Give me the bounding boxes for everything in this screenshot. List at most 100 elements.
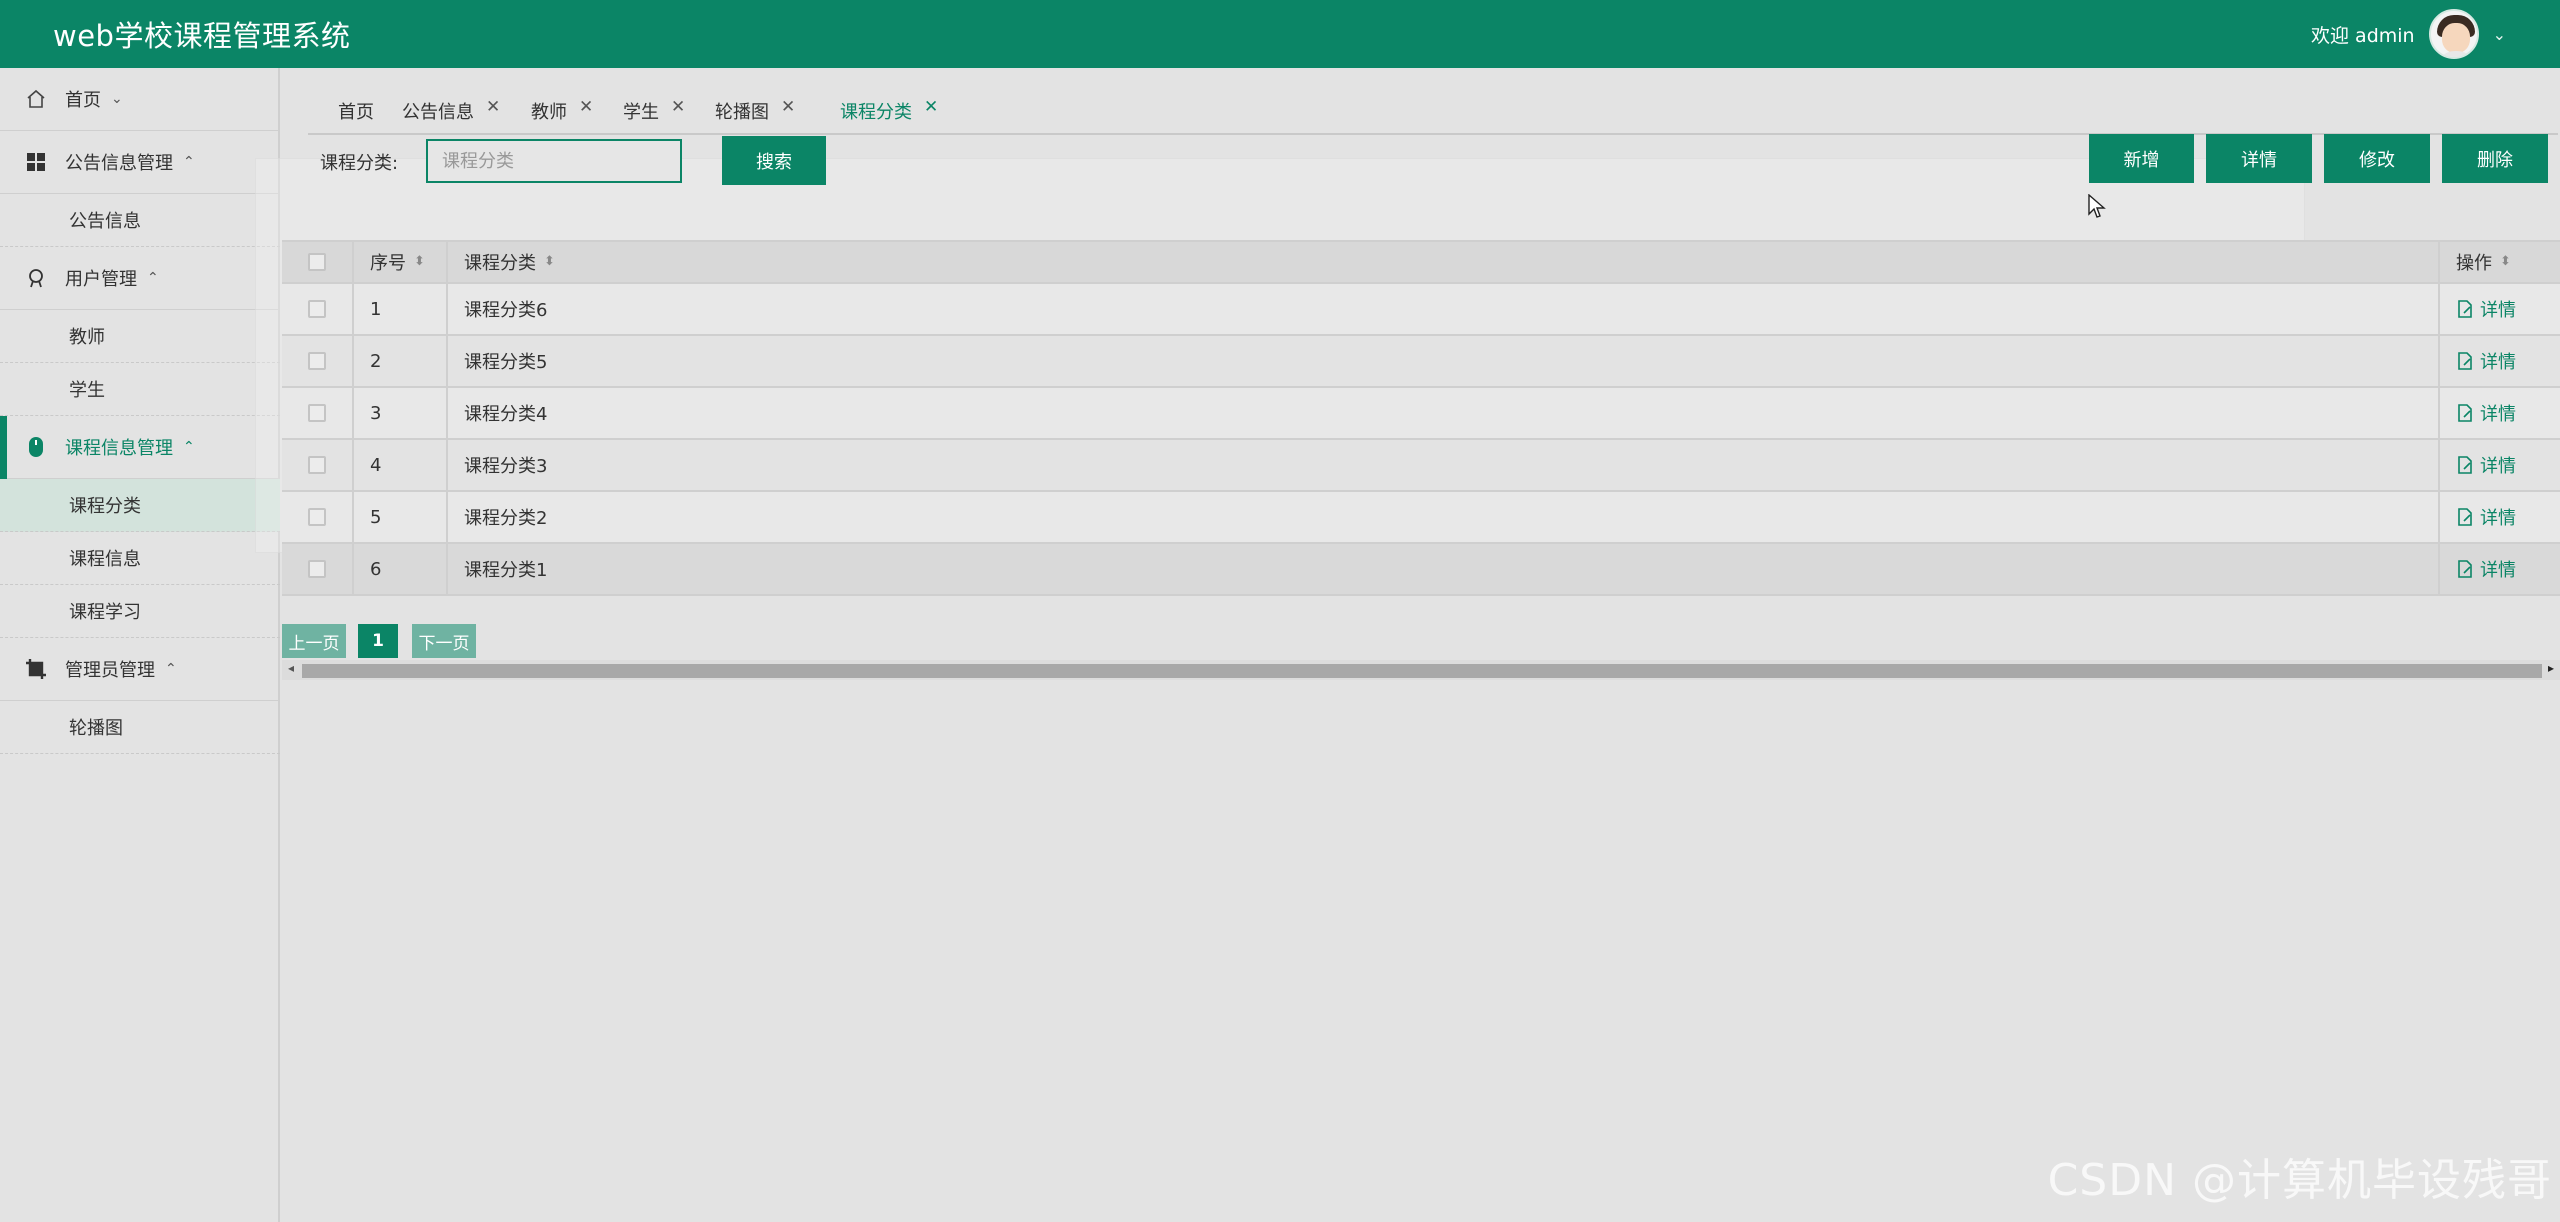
row-seq: 2 (354, 336, 448, 386)
scroll-right-icon[interactable]: ▸ (2548, 661, 2554, 675)
table-row[interactable]: 3 课程分类4 详情 (282, 388, 2560, 440)
scroll-left-icon[interactable]: ◂ (288, 661, 294, 675)
chevron-up-icon: ⌃ (147, 270, 159, 286)
sort-icon[interactable]: ⬍ (2500, 255, 2511, 268)
sidebar-group-label: 课程信息管理 (65, 438, 173, 459)
select-all-checkbox[interactable] (308, 253, 326, 271)
row-checkbox[interactable] (308, 456, 326, 474)
tab-course-category[interactable]: 课程分类 ✕ (840, 88, 938, 134)
mouse-icon (25, 436, 47, 458)
row-checkbox[interactable] (308, 560, 326, 578)
tab-teacher[interactable]: 教师 ✕ (531, 88, 593, 134)
sidebar-group-course[interactable]: 课程信息管理 ⌃ (0, 416, 280, 479)
close-icon[interactable]: ✕ (781, 97, 795, 117)
edit-button[interactable]: 修改 (2324, 134, 2430, 183)
tab-home[interactable]: 首页 (338, 88, 374, 134)
detail-link-label: 详情 (2480, 300, 2516, 321)
sidebar-group-notice[interactable]: 公告信息管理 ⌃ (0, 131, 280, 194)
scrollbar-thumb[interactable] (302, 664, 2542, 678)
detail-link-label: 详情 (2480, 404, 2516, 425)
column-header-label: 序号 (370, 253, 406, 274)
close-icon[interactable]: ✕ (486, 97, 500, 117)
sidebar-item-course-info[interactable]: 课程信息 (0, 532, 280, 585)
avatar[interactable] (2428, 9, 2479, 59)
sidebar-item-carousel[interactable]: 轮播图 (0, 701, 280, 754)
close-icon[interactable]: ✕ (579, 97, 593, 117)
sidebar-group-admin[interactable]: 管理员管理 ⌃ (0, 638, 280, 701)
detail-link-label: 详情 (2480, 508, 2516, 529)
search-button[interactable]: 搜索 (722, 136, 826, 185)
detail-link[interactable]: 详情 (2456, 400, 2516, 426)
prev-page-button[interactable]: 上一页 (282, 624, 346, 658)
chevron-up-icon: ⌃ (183, 154, 195, 170)
sidebar-item-course-study[interactable]: 课程学习 (0, 585, 280, 638)
row-seq: 6 (354, 544, 448, 594)
detail-link[interactable]: 详情 (2456, 556, 2516, 582)
detail-link[interactable]: 详情 (2456, 504, 2516, 530)
table-row[interactable]: 4 课程分类3 详情 (282, 440, 2560, 492)
row-seq: 3 (354, 388, 448, 438)
row-check-cell[interactable] (282, 284, 354, 334)
row-checkbox[interactable] (308, 404, 326, 422)
chevron-down-icon[interactable]: ⌄ (2493, 25, 2506, 44)
row-seq: 4 (354, 440, 448, 490)
sort-icon[interactable]: ⬍ (544, 255, 555, 268)
tab-carousel[interactable]: 轮播图 ✕ (715, 88, 795, 134)
row-check-cell[interactable] (282, 492, 354, 542)
column-header-action[interactable]: 操作 ⬍ (2440, 242, 2560, 282)
mouse-cursor-icon (2088, 193, 2106, 224)
table-row[interactable]: 1 课程分类6 详情 (282, 284, 2560, 336)
row-action-cell: 详情 (2440, 544, 2560, 594)
row-check-cell[interactable] (282, 388, 354, 438)
next-page-button[interactable]: 下一页 (412, 624, 476, 658)
table-row[interactable]: 2 课程分类5 详情 (282, 336, 2560, 388)
row-check-cell[interactable] (282, 336, 354, 386)
sort-icon[interactable]: ⬍ (414, 255, 425, 268)
detail-link[interactable]: 详情 (2456, 348, 2516, 374)
home-icon (25, 88, 47, 110)
row-category: 课程分类1 (448, 544, 2440, 594)
sidebar-group-home[interactable]: 首页 ⌄ (0, 68, 280, 131)
column-header-label: 操作 (2456, 253, 2492, 274)
column-header-seq[interactable]: 序号 ⬍ (354, 242, 448, 282)
sidebar-group-label: 首页 (65, 90, 101, 111)
document-edit-icon (2456, 508, 2474, 526)
tab-label: 公告信息 (402, 102, 474, 123)
detail-link[interactable]: 详情 (2456, 296, 2516, 322)
tab-label: 教师 (531, 102, 567, 123)
row-check-cell[interactable] (282, 544, 354, 594)
sidebar-group-label: 管理员管理 (65, 660, 155, 681)
tab-notice[interactable]: 公告信息 ✕ (402, 88, 500, 134)
delete-button[interactable]: 删除 (2442, 134, 2548, 183)
detail-link-label: 详情 (2480, 560, 2516, 581)
sidebar-item-teacher[interactable]: 教师 (0, 310, 280, 363)
table-header-row: 序号 ⬍ 课程分类 ⬍ 操作 ⬍ (282, 240, 2560, 284)
close-icon[interactable]: ✕ (924, 97, 938, 117)
search-input[interactable] (426, 139, 682, 183)
add-button[interactable]: 新增 (2089, 134, 2194, 183)
crop-icon (25, 658, 47, 680)
row-checkbox[interactable] (308, 508, 326, 526)
horizontal-scrollbar[interactable]: ◂ ▸ (282, 660, 2560, 680)
table-row[interactable]: 5 课程分类2 详情 (282, 492, 2560, 544)
detail-link[interactable]: 详情 (2456, 452, 2516, 478)
sidebar-item-student[interactable]: 学生 (0, 363, 280, 416)
row-checkbox[interactable] (308, 300, 326, 318)
row-action-cell: 详情 (2440, 492, 2560, 542)
sidebar-item-course-category[interactable]: 课程分类 (0, 479, 280, 532)
tab-student[interactable]: 学生 ✕ (623, 88, 685, 134)
detail-link-label: 详情 (2480, 352, 2516, 373)
table-row[interactable]: 6 课程分类1 详情 (282, 544, 2560, 596)
select-all-cell[interactable] (282, 242, 354, 282)
grid-icon (25, 151, 47, 173)
row-check-cell[interactable] (282, 440, 354, 490)
close-icon[interactable]: ✕ (671, 97, 685, 117)
sidebar-group-users[interactable]: 用户管理 ⌃ (0, 247, 280, 310)
detail-button[interactable]: 详情 (2206, 134, 2312, 183)
page-number-button[interactable]: 1 (358, 624, 398, 658)
sidebar-item-notice-info[interactable]: 公告信息 (0, 194, 280, 247)
column-header-category[interactable]: 课程分类 ⬍ (448, 242, 2440, 282)
user-menu[interactable]: 欢迎 admin ⌄ (2311, 0, 2506, 68)
row-checkbox[interactable] (308, 352, 326, 370)
user-badge-icon (25, 267, 47, 289)
